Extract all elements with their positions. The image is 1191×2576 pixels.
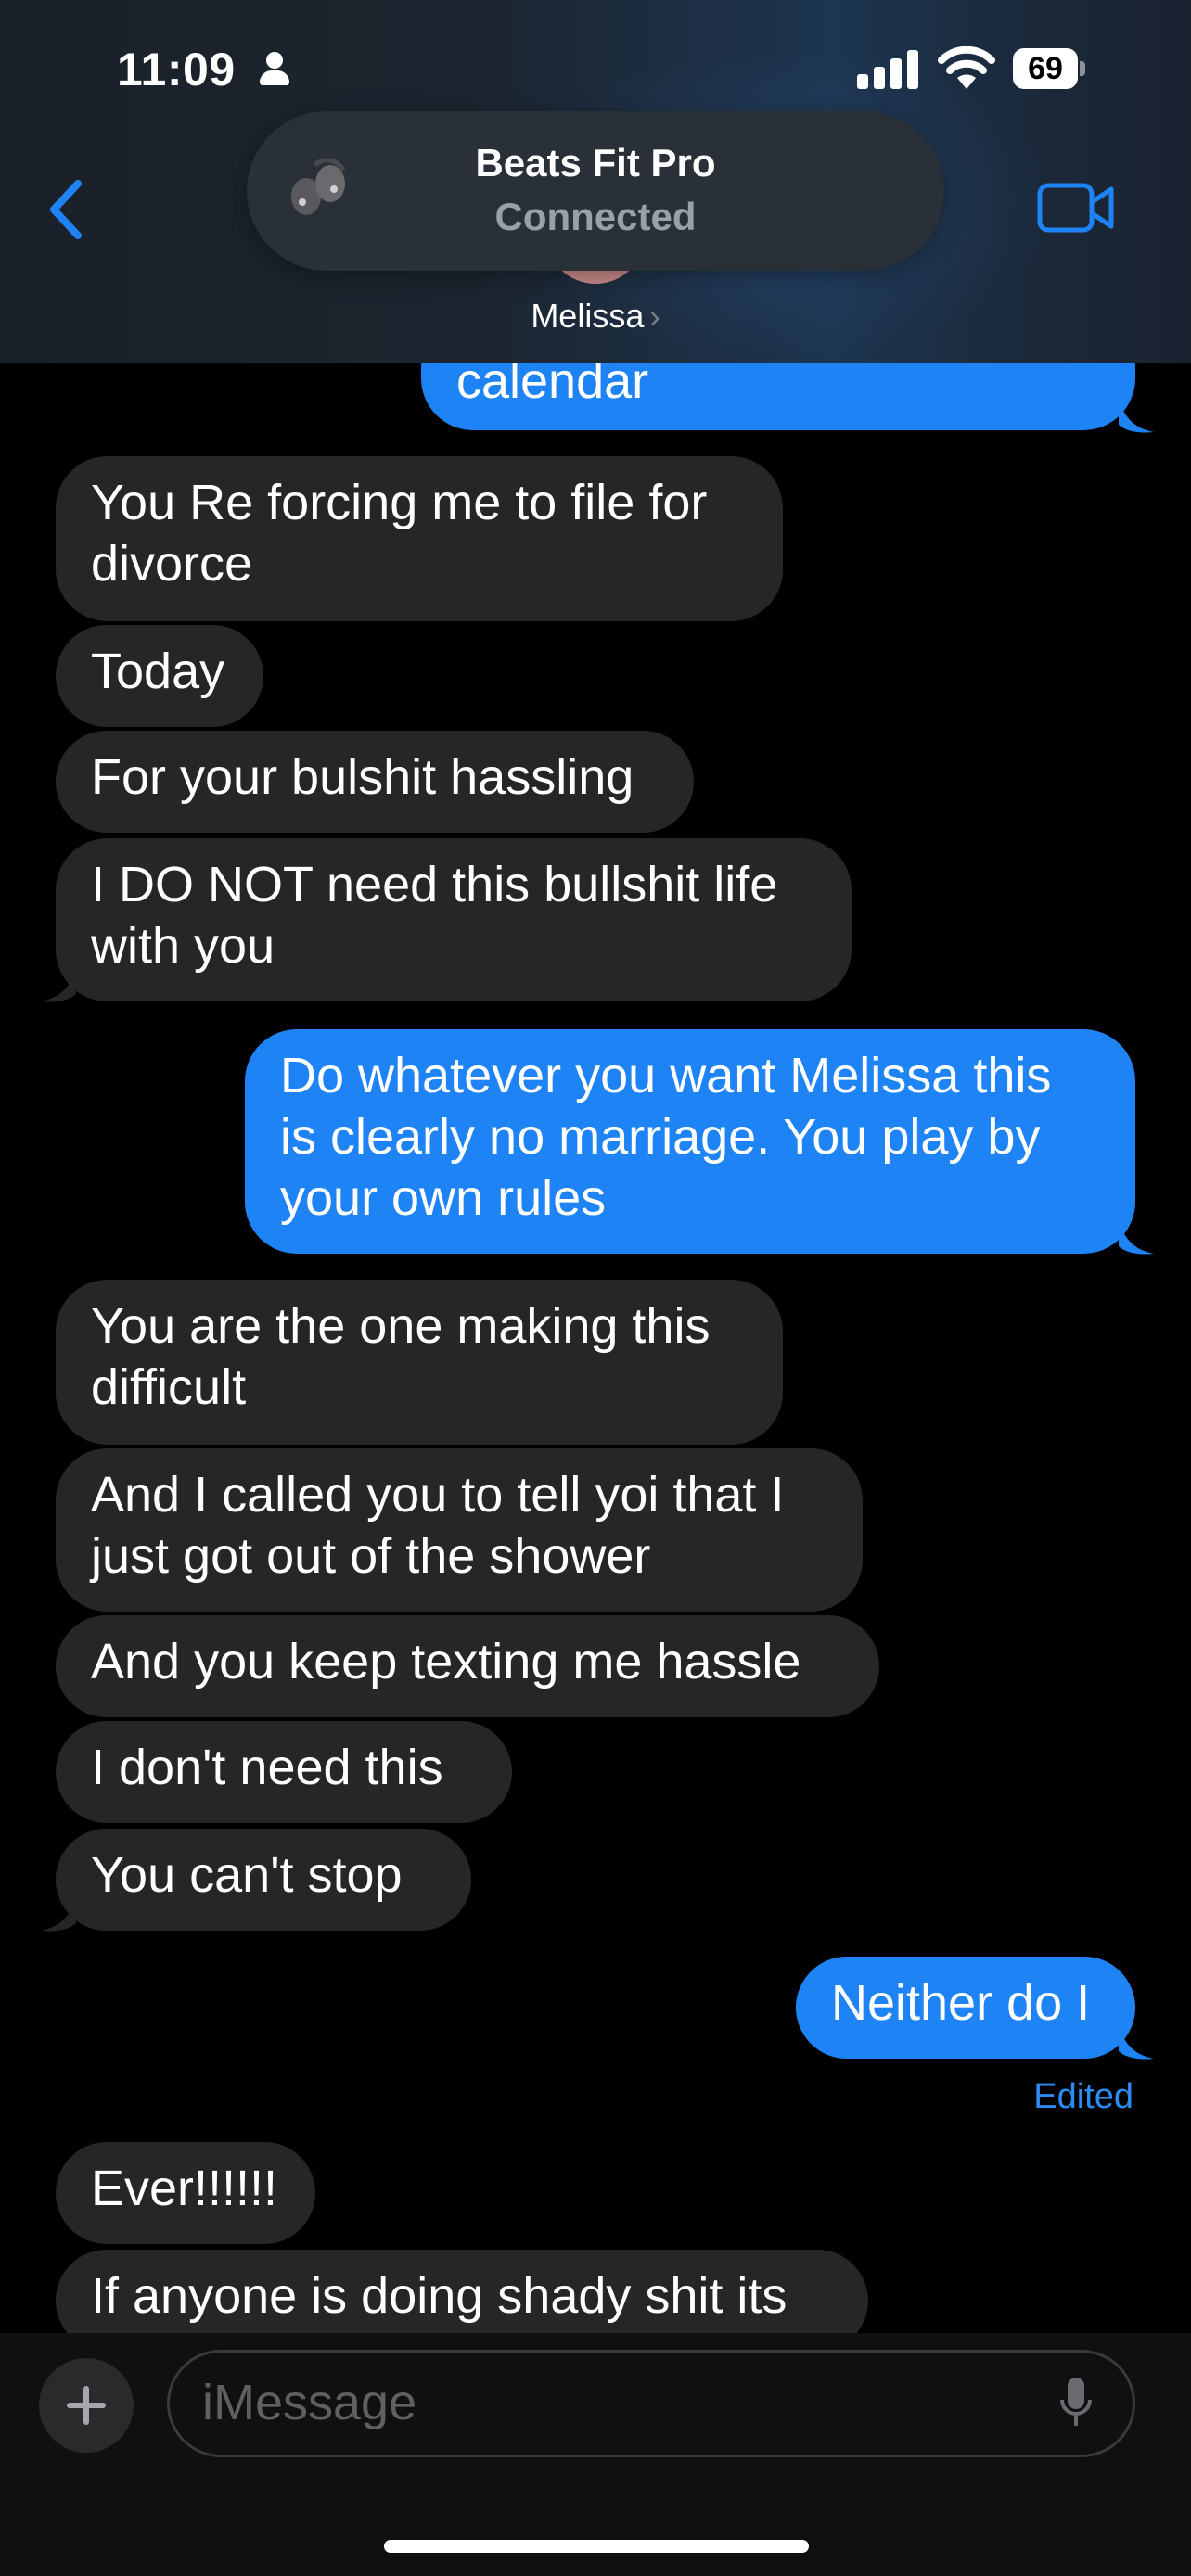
message-bubble-outgoing[interactable]: Neither do I bbox=[796, 1957, 1135, 2059]
message-line: Neither do I bbox=[831, 1975, 1091, 2031]
bubble-tail bbox=[1119, 2023, 1154, 2060]
add-attachment-button[interactable] bbox=[39, 2358, 134, 2453]
message-line: You can't stop bbox=[91, 1847, 403, 1903]
message-bubble-incoming[interactable]: Today bbox=[56, 625, 263, 727]
message-line: is clearly no marriage. You play by bbox=[280, 1109, 1041, 1165]
message-bubble-incoming[interactable]: You Re forcing me to file for divorce bbox=[56, 456, 783, 621]
cellular-signal-icon bbox=[857, 48, 918, 89]
back-chevron-icon[interactable] bbox=[37, 172, 93, 247]
conversation-header: 11:09 69 Beats Fit Pro Connected Melissa… bbox=[0, 0, 1191, 363]
message-line: with you bbox=[91, 918, 275, 974]
bubble-tail bbox=[41, 1895, 76, 1932]
device-status: Connected bbox=[494, 195, 697, 238]
video-call-icon[interactable] bbox=[1037, 182, 1115, 234]
person-icon bbox=[258, 52, 291, 89]
edited-label[interactable]: Edited bbox=[1033, 2077, 1133, 2117]
bubble-tail bbox=[1119, 397, 1154, 433]
message-bubble-incoming[interactable]: You can't stop bbox=[56, 1829, 471, 1931]
bubble-tail bbox=[41, 966, 76, 1002]
message-bubble-outgoing[interactable]: Do whatever you want Melissa this is cle… bbox=[245, 1029, 1135, 1254]
bubble-tail bbox=[1119, 1218, 1154, 1255]
message-line: Today bbox=[91, 644, 225, 699]
message-line: Do whatever you want Melissa this bbox=[280, 1048, 1052, 1103]
message-line: For your bulshit hassling bbox=[91, 749, 634, 805]
message-line: your own rules bbox=[280, 1170, 607, 1226]
home-indicator[interactable] bbox=[384, 2540, 809, 2553]
message-line: If anyone is doing shady shit its bbox=[91, 2268, 788, 2324]
message-input-placeholder: iMessage bbox=[202, 2375, 417, 2430]
message-line: difficult bbox=[91, 1359, 247, 1415]
wifi-icon bbox=[938, 46, 995, 89]
message-bubble-incoming[interactable]: And I called you to tell yoi that I just… bbox=[56, 1448, 863, 1612]
message-line: And you keep texting me hassle bbox=[91, 1634, 801, 1690]
message-bubble-incoming[interactable]: For your bulshit hassling bbox=[56, 731, 694, 833]
message-line: divorce bbox=[91, 536, 253, 592]
contact-name[interactable]: Melissa › bbox=[464, 297, 727, 336]
device-title: Beats Fit Pro bbox=[475, 141, 716, 185]
message-bubble-incoming[interactable]: Ever!!!!!! bbox=[56, 2142, 315, 2244]
message-line: You Re forcing me to file for bbox=[91, 475, 708, 530]
microphone-icon[interactable] bbox=[1059, 2376, 1093, 2431]
chevron-right-icon: › bbox=[649, 300, 660, 335]
message-bubble-incoming[interactable]: I don't need this bbox=[56, 1721, 512, 1823]
battery-icon: 69 bbox=[1013, 48, 1085, 89]
message-line: just got out of the shower bbox=[91, 1528, 651, 1584]
message-line: You are the one making this bbox=[91, 1298, 711, 1354]
battery-level: 69 bbox=[1013, 48, 1078, 89]
message-line: I don't need this bbox=[91, 1740, 443, 1795]
message-line: Ever!!!!!! bbox=[91, 2161, 278, 2216]
message-bubble-incoming[interactable]: You are the one making this difficult bbox=[56, 1280, 783, 1445]
message-line: I DO NOT need this bullshit life bbox=[91, 857, 778, 912]
status-time: 11:09 bbox=[117, 44, 236, 96]
message-bubble-incoming[interactable]: And you keep texting me hassle bbox=[56, 1615, 879, 1717]
message-bubble-incoming[interactable]: I DO NOT need this bullshit life with yo… bbox=[56, 838, 852, 1001]
message-thread[interactable]: calendar You Re forcing me to file for d… bbox=[0, 0, 1191, 2576]
message-line: And I called you to tell yoi that I bbox=[91, 1467, 785, 1523]
contact-name-label: Melissa bbox=[531, 297, 645, 335]
